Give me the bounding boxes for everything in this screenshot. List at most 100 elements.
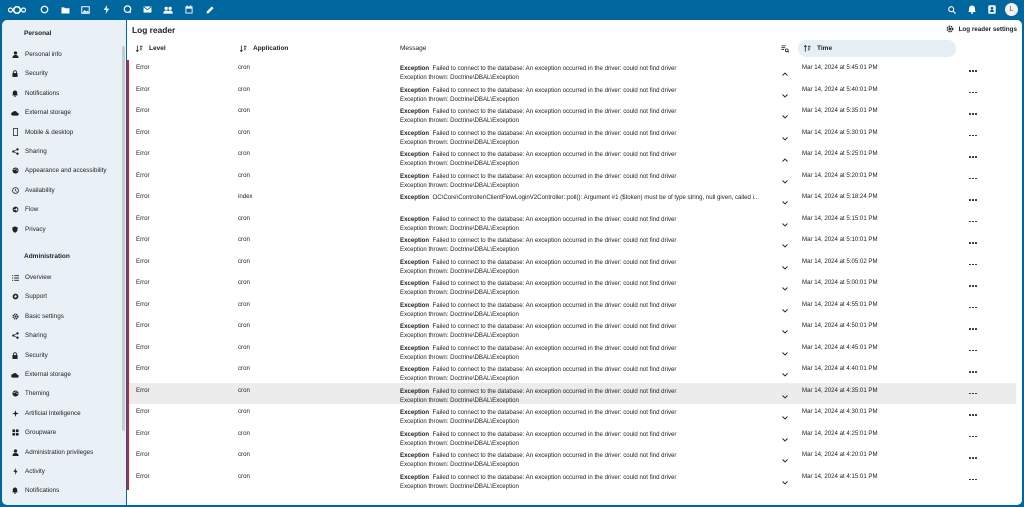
sidebar-item-personal-external-storage[interactable]: External storage <box>10 106 122 120</box>
sidebar-item-personal-availability[interactable]: Availability <box>10 183 122 197</box>
log-reader-settings-button[interactable]: Log reader settings <box>946 25 1017 33</box>
more-actions-icon[interactable] <box>966 432 980 442</box>
more-actions-icon[interactable] <box>966 303 980 313</box>
column-application[interactable]: Application <box>240 40 288 57</box>
log-row[interactable]: Error cron Exception Failed to connect to … <box>127 81 1016 103</box>
log-row[interactable]: Error cron Exception Failed to connect to … <box>127 275 1016 297</box>
more-actions-icon[interactable] <box>966 410 980 420</box>
chevron-down-icon[interactable] <box>780 91 790 101</box>
chevron-down-icon[interactable] <box>780 198 790 208</box>
chevron-down-icon[interactable] <box>780 349 790 359</box>
pencil-icon[interactable] <box>200 0 221 19</box>
more-actions-icon[interactable] <box>966 195 980 205</box>
sidebar-item-admin-sharing[interactable]: Sharing <box>10 329 122 343</box>
chevron-down-icon[interactable] <box>780 241 790 251</box>
contacts-icon[interactable] <box>158 0 179 19</box>
filter-icon[interactable] <box>781 40 789 57</box>
chevron-down-icon[interactable] <box>780 327 790 337</box>
log-row[interactable]: Error cron Exception Failed to connect to … <box>127 468 1016 490</box>
dashboard-icon[interactable] <box>34 0 55 19</box>
log-row[interactable]: Error cron Exception Failed to connect to … <box>127 361 1016 383</box>
sidebar-item-personal-mobile-desktop[interactable]: Mobile & desktop <box>10 125 122 139</box>
more-actions-icon[interactable] <box>966 109 980 119</box>
chevron-up-icon[interactable] <box>780 69 790 79</box>
sidebar-item-personal-notifications[interactable]: Notifications <box>10 86 122 100</box>
sidebar-item-personal-security[interactable]: Security <box>10 67 122 81</box>
chevron-down-icon[interactable] <box>780 413 790 423</box>
column-level[interactable]: Level <box>136 40 166 57</box>
chevron-down-icon[interactable] <box>780 435 790 445</box>
chevron-down-icon[interactable] <box>780 220 790 230</box>
log-row[interactable]: Error cron Exception Failed to connect to … <box>127 167 1016 189</box>
more-actions-icon[interactable] <box>966 66 980 76</box>
nextcloud-logo-icon[interactable] <box>6 4 28 16</box>
sidebar-item-personal-appearance-and-accessibility[interactable]: Appearance and accessibility <box>10 164 122 178</box>
more-actions-icon[interactable] <box>966 324 980 334</box>
sidebar-item-personal-personal-info[interactable]: Personal info <box>10 48 122 62</box>
log-row[interactable]: Error cron Exception Failed to connect to … <box>127 382 1016 404</box>
sidebar-item-admin-support[interactable]: Support <box>10 290 122 304</box>
more-actions-icon[interactable] <box>966 88 980 98</box>
sidebar-item-personal-flow[interactable]: Flow <box>10 203 122 217</box>
sidebar-item-personal-sharing[interactable]: Sharing <box>10 145 122 159</box>
sidebar-item-admin-security[interactable]: Security <box>10 348 122 362</box>
chevron-down-icon[interactable] <box>780 134 790 144</box>
more-actions-icon[interactable] <box>966 131 980 141</box>
chevron-down-icon[interactable] <box>780 177 790 187</box>
sidebar-scrollbar[interactable] <box>122 46 125 431</box>
more-actions-icon[interactable] <box>966 475 980 485</box>
more-actions-icon[interactable] <box>966 453 980 463</box>
avatar[interactable]: L <box>1005 3 1018 16</box>
more-actions-icon[interactable] <box>966 389 980 399</box>
sidebar-item-admin-activity[interactable]: Activity <box>10 465 122 479</box>
log-row[interactable]: Error cron Exception Failed to connect to … <box>127 296 1016 318</box>
chevron-down-icon[interactable] <box>780 112 790 122</box>
log-row[interactable]: Error cron Exception Failed to connect to … <box>127 425 1016 447</box>
image-icon[interactable] <box>75 0 96 19</box>
log-row[interactable]: Error index Exception OC\Core\Controller\C… <box>127 189 1016 211</box>
log-row[interactable]: Error cron Exception Failed to connect to … <box>127 447 1016 469</box>
more-actions-icon[interactable] <box>966 281 980 291</box>
sidebar-item-admin-notifications[interactable]: Notifications <box>10 484 122 498</box>
chevron-up-icon[interactable] <box>780 155 790 165</box>
column-time[interactable]: Time <box>798 40 956 57</box>
more-actions-icon[interactable] <box>966 152 980 162</box>
chevron-down-icon[interactable] <box>780 392 790 402</box>
more-actions-icon[interactable] <box>966 346 980 356</box>
chevron-down-icon[interactable] <box>780 263 790 273</box>
sidebar-item-admin-basic-settings[interactable]: Basic settings <box>10 309 122 323</box>
log-row[interactable]: Error cron Exception Failed to connect to … <box>127 60 1016 82</box>
chevron-down-icon[interactable] <box>780 284 790 294</box>
log-row[interactable]: Error cron Exception Failed to connect to … <box>127 146 1016 168</box>
more-actions-icon[interactable] <box>966 238 980 248</box>
sidebar-item-admin-theming[interactable]: Theming <box>10 387 122 401</box>
more-actions-icon[interactable] <box>966 367 980 377</box>
sidebar-item-admin-administration-privileges[interactable]: Administration privileges <box>10 445 122 459</box>
chevron-down-icon[interactable] <box>780 370 790 380</box>
more-actions-icon[interactable] <box>966 217 980 227</box>
log-row[interactable]: Error cron Exception Failed to connect to … <box>127 210 1016 232</box>
chevron-down-icon[interactable] <box>780 478 790 488</box>
mail-icon[interactable] <box>137 0 158 19</box>
sidebar-item-personal-privacy[interactable]: Privacy <box>10 222 122 236</box>
sidebar-item-admin-external-storage[interactable]: External storage <box>10 368 122 382</box>
chevron-down-icon[interactable] <box>780 306 790 316</box>
log-row[interactable]: Error cron Exception Failed to connect to … <box>127 318 1016 340</box>
calendar-icon[interactable] <box>179 0 200 19</box>
more-actions-icon[interactable] <box>966 174 980 184</box>
sidebar-item-admin-overview[interactable]: Overview <box>10 271 122 285</box>
more-actions-icon[interactable] <box>966 260 980 270</box>
bell-icon[interactable] <box>962 0 982 19</box>
search-icon[interactable] <box>942 0 962 19</box>
lightning-icon[interactable] <box>96 0 117 19</box>
log-row[interactable]: Error cron Exception Failed to connect to … <box>127 103 1016 125</box>
sidebar-item-admin-artificial-intelligence[interactable]: Artificial Intelligence <box>10 406 122 420</box>
log-row[interactable]: Error cron Exception Failed to connect to … <box>127 124 1016 146</box>
sidebar-item-admin-groupware[interactable]: Groupware <box>10 426 122 440</box>
contacts-menu-icon[interactable] <box>982 0 1002 19</box>
folder-icon[interactable] <box>55 0 76 19</box>
log-row[interactable]: Error cron Exception Failed to connect to … <box>127 232 1016 254</box>
chevron-down-icon[interactable] <box>780 456 790 466</box>
log-row[interactable]: Error cron Exception Failed to connect to … <box>127 404 1016 426</box>
chat-icon[interactable] <box>117 0 138 19</box>
